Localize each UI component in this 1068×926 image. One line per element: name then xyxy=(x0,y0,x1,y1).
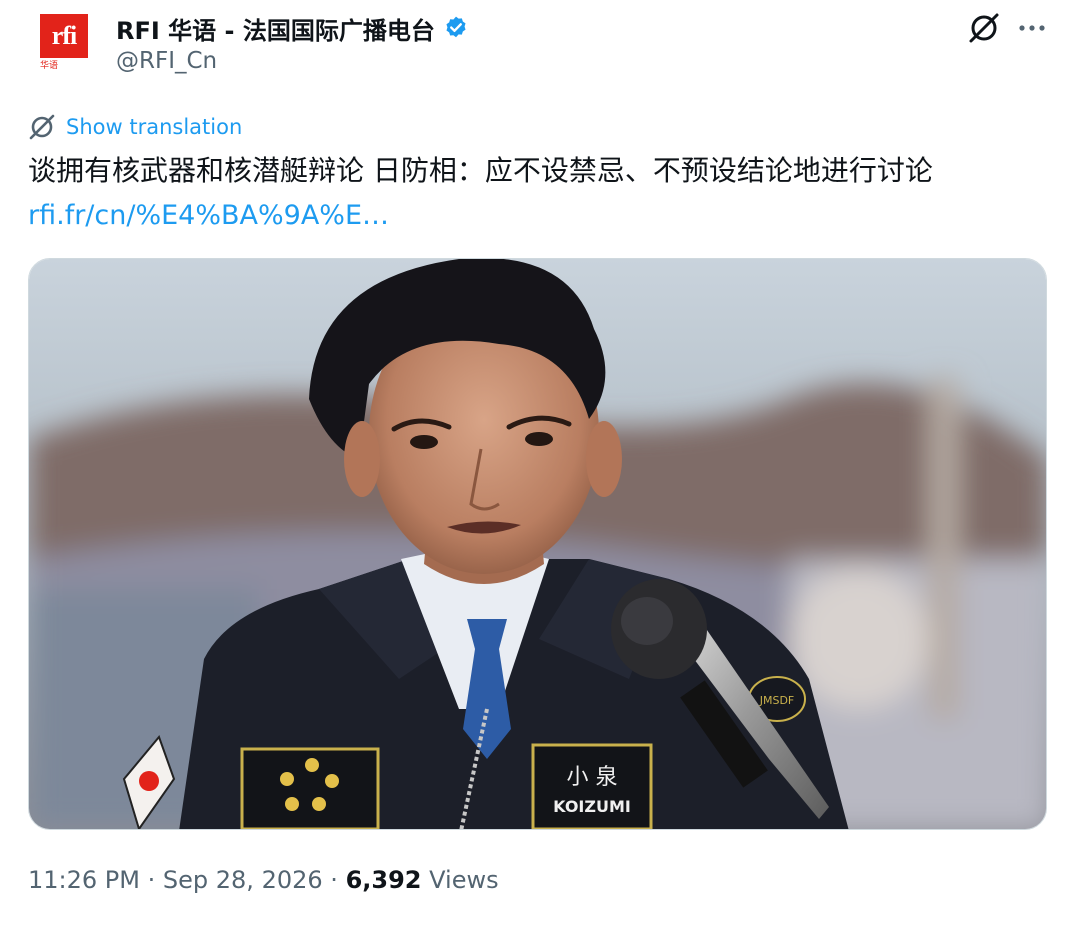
tweet-time[interactable]: 11:26 PM xyxy=(28,866,140,894)
tweet-photo[interactable]: 小 泉 KOIZUMI JMSDF xyxy=(28,258,1047,830)
slash-circle-icon xyxy=(969,13,999,43)
grok-button[interactable] xyxy=(964,10,1004,46)
translate-icon xyxy=(29,114,55,140)
rfi-logo: rfi xyxy=(40,14,88,58)
display-name[interactable]: RFI 华语 - 法国国际广播电台 xyxy=(116,11,435,46)
meta-separator: · xyxy=(147,866,156,894)
badge-text: JMSDF xyxy=(759,694,795,707)
views-label: Views xyxy=(429,866,499,894)
more-dots-icon xyxy=(1019,25,1045,31)
tweet-link[interactable]: rfi.fr/cn/%E4%BA%9A%E… xyxy=(28,198,389,234)
more-button[interactable] xyxy=(1012,10,1052,46)
tweet-text: 谈拥有核武器和核潜艇辩论 日防相：应不设禁忌、不预设结论地进行讨论 xyxy=(28,154,933,187)
tweet-date[interactable]: Sep 28, 2026 xyxy=(163,866,323,894)
verified-badge-icon[interactable] xyxy=(443,15,469,41)
tweet-meta: 11:26 PM · Sep 28, 2026 · 6,392 Views xyxy=(28,866,499,894)
avatar-subtext: 华语 xyxy=(40,61,59,71)
views-count[interactable]: 6,392 xyxy=(346,866,422,894)
avatar[interactable]: rfi 华语 xyxy=(40,14,88,74)
patch-name-cn: 小 泉 xyxy=(567,765,618,790)
tweet-header: rfi 华语 RFI 华语 - 法国国际广播电台 @RFI_Cn xyxy=(0,0,1068,90)
name-row: RFI 华语 - 法国国际广播电台 xyxy=(116,11,469,46)
show-translation-label: Show translation xyxy=(66,115,243,139)
show-translation-button[interactable]: Show translation xyxy=(28,112,242,142)
meta-separator-2: · xyxy=(330,866,338,894)
patch-name-en: KOIZUMI xyxy=(553,797,631,816)
photo-illustration: 小 泉 KOIZUMI JMSDF xyxy=(29,259,1046,829)
handle[interactable]: @RFI_Cn xyxy=(116,48,217,74)
